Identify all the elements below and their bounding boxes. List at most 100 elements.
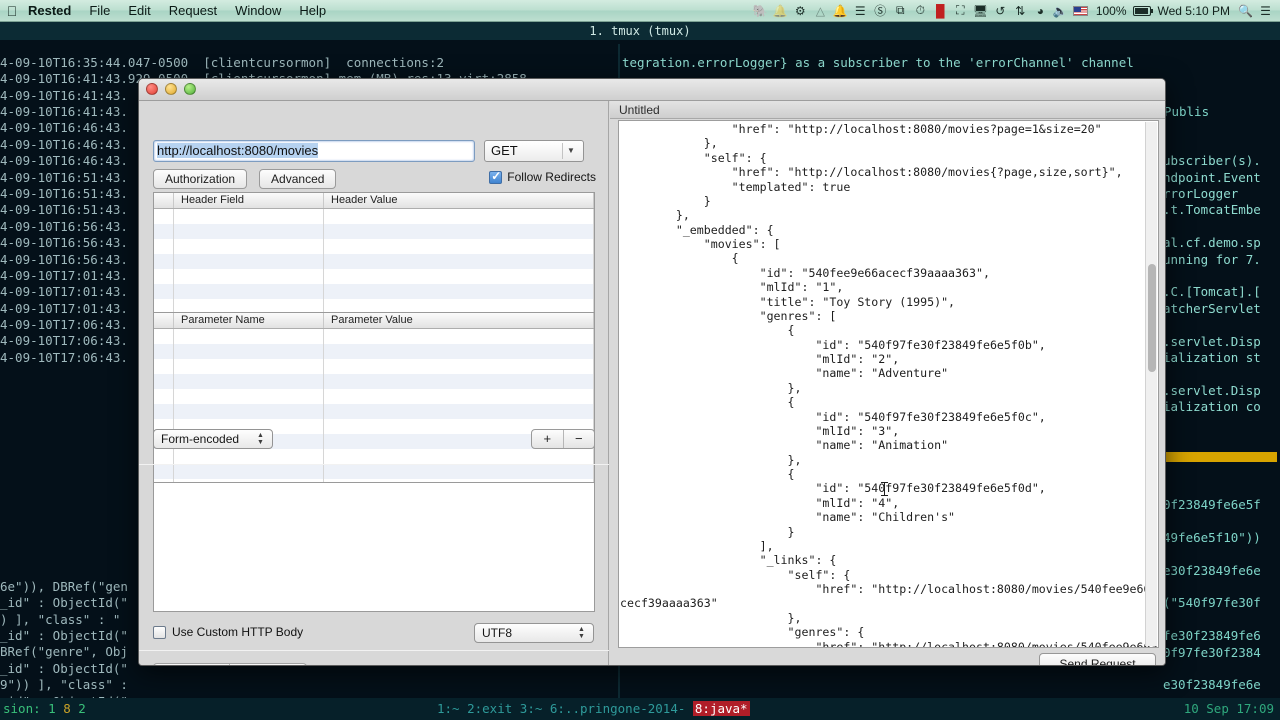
tmux-window-list[interactable]: 1:~ 2:exit 3:~ 6:..pringone-2014- 8:java… [437,698,750,720]
notification-center-icon[interactable]: ☰ [1256,0,1275,22]
column-header-header-value[interactable]: Header Value [324,193,594,208]
volume-icon[interactable]: 🔈 [1051,0,1070,22]
menu-item-help[interactable]: Help [290,0,335,22]
http-body-textarea[interactable] [153,482,595,612]
us-flag-icon[interactable] [1071,0,1090,22]
dropbox-sync-icon[interactable]: ⚙ [791,0,810,22]
airplay-icon[interactable]: ⛶ [951,0,970,22]
url-input[interactable]: http://localhost:8080/movies [153,140,475,162]
method-select-value: GET [491,143,518,158]
remove-parameter-button[interactable]: − [564,430,595,448]
headers-table-header: Header Field Header Value [154,193,594,209]
divider [139,650,609,651]
backup-icon[interactable]: △ [811,0,830,22]
column-header-parameter-name[interactable]: Parameter Name [174,313,324,328]
rested-window[interactable]: http://localhost:8080/movies GET ▼ Autho… [138,78,1166,666]
battery-charging-icon[interactable] [1133,0,1154,22]
evernote-icon[interactable]: 🐘 [751,0,770,22]
tmux-window-title: 1. tmux (tmux) [0,22,1280,40]
terminal-line: ("540f97fe30f [1163,595,1261,611]
bell-outline-icon[interactable]: 🔔 [771,0,790,22]
bluetooth-icon[interactable]: ⇅ [1011,0,1030,22]
tmux-window-2[interactable]: 2:exit [467,701,512,716]
url-row: http://localhost:8080/movies GET ▼ [153,140,584,162]
terminal-line: rrorLogger [1163,186,1239,201]
tmux-window-8-active[interactable]: 8:java* [692,701,750,716]
tab-http-body[interactable]: HTTP Body [230,664,305,665]
table-row[interactable] [154,389,594,404]
window-titlebar[interactable] [139,79,1165,101]
menu-item-file[interactable]: File [80,0,119,22]
menu-item-rested[interactable]: Rested [24,0,80,22]
copy-icon[interactable]: ⧉ [891,0,910,22]
response-body[interactable]: "href": "http://localhost:8080/movies?pa… [618,120,1159,648]
timemachine-icon[interactable]: ↺ [991,0,1010,22]
table-row[interactable] [154,284,594,299]
clock-meter-icon[interactable]: ⏱ [911,0,930,22]
table-row[interactable] [154,464,594,479]
flag-red-icon[interactable]: █ [931,0,950,22]
send-request-button[interactable]: Send Request [1039,653,1156,665]
add-parameter-button[interactable]: + [532,430,564,448]
table-row[interactable] [154,329,594,344]
menu-item-edit[interactable]: Edit [119,0,159,22]
follow-redirects-label: Follow Redirects [507,170,596,184]
table-row[interactable] [154,254,594,269]
parameters-table-header: Parameter Name Parameter Value [154,313,594,329]
tab-parameters[interactable]: Parameters [154,664,231,665]
menu-item-window[interactable]: Window [226,0,290,22]
terminal-line: tegration.errorLogger} as a subscriber t… [622,54,1134,70]
authorization-button[interactable]: Authorization [153,169,248,189]
use-custom-http-body-checkbox[interactable] [153,625,166,639]
encoding-select[interactable]: Form-encoded ▲ ▼ [153,429,273,449]
tmux-window-3[interactable]: 3:~ [520,701,543,716]
table-row[interactable] [154,344,594,359]
encoding-select-value: Form-encoded [161,432,240,446]
response-scrollbar-thumb[interactable] [1148,264,1156,372]
table-row[interactable] [154,449,594,464]
search-icon[interactable]: 🔍 [1236,0,1255,22]
terminal-line: .C.[Tomcat].[ [1163,284,1261,300]
tmux-window-6[interactable]: 6:..pringone-2014- [550,701,685,716]
minimize-button[interactable] [165,83,177,95]
table-row[interactable] [154,239,594,254]
signal-icon[interactable]: ☰ [851,0,870,22]
charset-select[interactable]: UTF8 ▲ ▼ [474,623,594,643]
follow-redirects-row[interactable]: Follow Redirects [489,169,596,184]
request-tabs[interactable]: Parameters HTTP Body [153,663,307,665]
zoom-button[interactable] [184,83,196,95]
column-header-header-field[interactable]: Header Field [174,193,324,208]
table-row[interactable] [154,209,594,224]
divider [139,464,609,465]
parameters-table-body[interactable] [154,329,594,491]
table-row[interactable] [154,224,594,239]
parameters-table[interactable]: Parameter Name Parameter Value [153,312,595,492]
table-row[interactable] [154,404,594,419]
table-row[interactable] [154,374,594,389]
notification-bell-icon[interactable]: 🔔 [831,0,850,22]
column-header-parameter-value[interactable]: Parameter Value [324,313,594,328]
use-custom-http-body-row[interactable]: Use Custom HTTP Body [153,625,303,639]
response-scrollbar[interactable] [1145,122,1157,646]
wifi-icon[interactable]: ◕ [1031,0,1050,22]
terminal-line: ubscriber(s). [1163,153,1261,169]
response-json-text[interactable]: "href": "http://localhost:8080/movies?pa… [620,122,1157,647]
close-button[interactable] [146,83,158,95]
display-icon[interactable]: 🖥 [971,0,990,22]
table-row[interactable] [154,359,594,374]
advanced-button[interactable]: Advanced [259,169,337,189]
clock-label[interactable]: Wed 5:10 PM [1153,4,1235,18]
nosleep-icon[interactable]: Ⓢ [871,0,890,22]
apple-logo-icon[interactable]:  [0,3,24,19]
follow-redirects-checkbox[interactable] [489,169,503,184]
terminal-line: 4-09-10T16:35:44.047-0500 [clientcursorm… [0,54,445,70]
method-select[interactable]: GET ▼ [484,140,584,162]
table-row[interactable] [154,269,594,284]
request-action-buttons: Authorization Advanced [153,169,337,189]
menu-item-request[interactable]: Request [160,0,226,22]
tmux-window-1[interactable]: 1:~ [437,701,460,716]
parameters-add-remove-controls[interactable]: + − [531,429,595,449]
